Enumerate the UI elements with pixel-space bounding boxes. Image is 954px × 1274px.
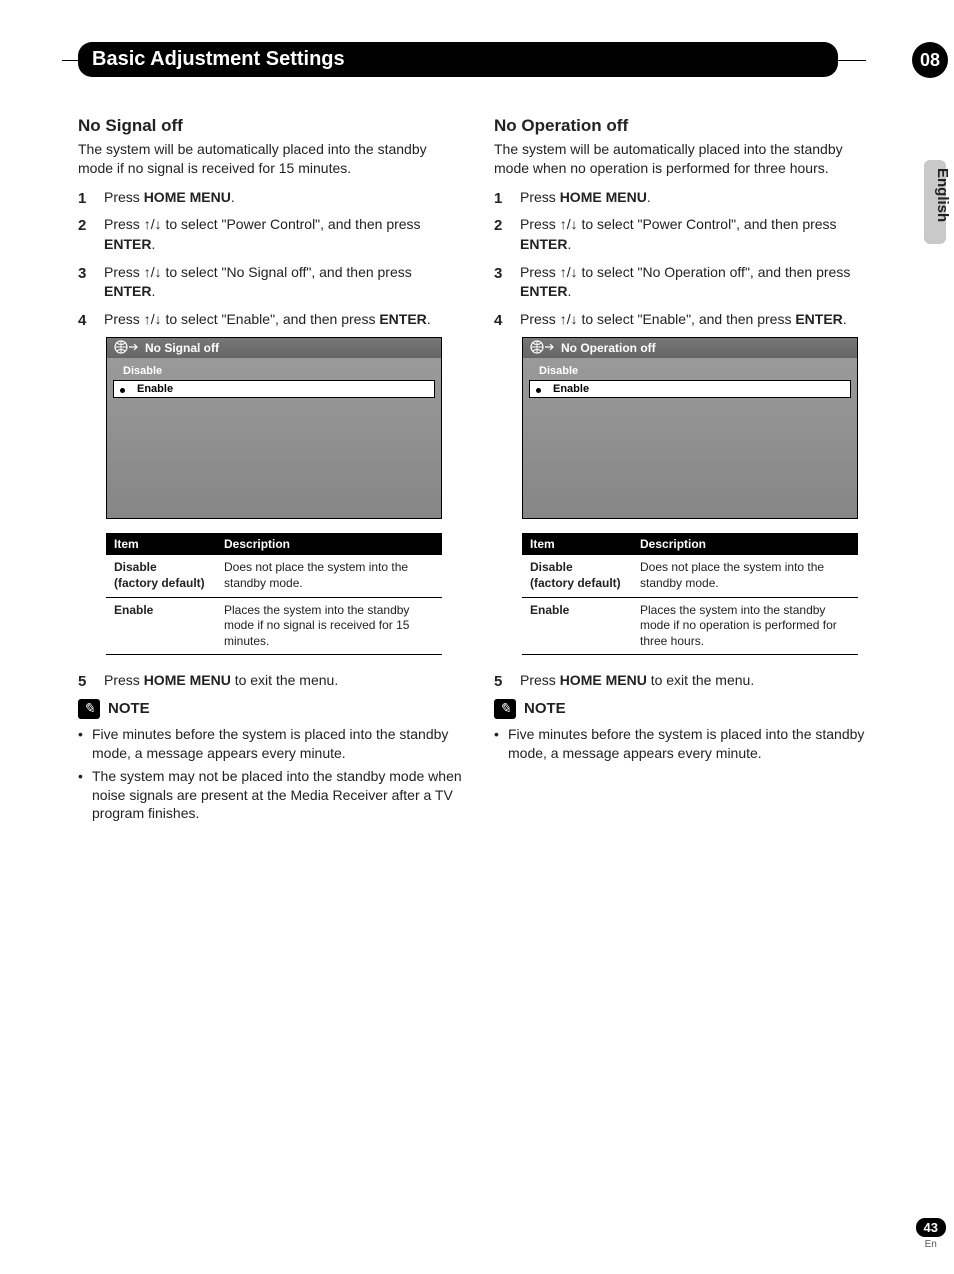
notes-list: Five minutes before the system is placed… [78, 725, 462, 823]
intro-no-operation-off: The system will be automatically placed … [494, 140, 878, 178]
step-5: Press HOME MENU to exit the menu. [494, 671, 878, 691]
note-item: The system may not be placed into the st… [78, 767, 462, 824]
step-3: Press / to select "No Operation off", an… [494, 263, 878, 302]
notes-list: Five minutes before the system is placed… [494, 725, 878, 763]
osd-panel-no-signal-off: No Signal off Disable Enable [106, 337, 442, 519]
section-title: Basic Adjustment Settings [78, 42, 838, 77]
step-4: Press / to select "Enable", and then pre… [78, 310, 462, 330]
step-2: Press / to select "Power Control", and t… [494, 215, 878, 254]
page-number: 43 [916, 1218, 946, 1237]
arrow-down-icon [155, 264, 162, 280]
steps-no-signal-off-cont: Press HOME MENU to exit the menu. [78, 671, 462, 691]
osd-item-enable-selected: Enable [529, 380, 851, 398]
steps-no-signal-off: Press HOME MENU. Press / to select "Powe… [78, 188, 462, 330]
section-banner: Basic Adjustment Settings [78, 42, 868, 77]
step-5: Press HOME MENU to exit the menu. [78, 671, 462, 691]
right-column: No Operation off The system will be auto… [494, 116, 878, 827]
table-no-signal-off: Item Description Disable(factory default… [106, 533, 442, 655]
note-header: ✎ NOTE [494, 699, 878, 719]
osd-panel-no-operation-off: No Operation off Disable Enable [522, 337, 858, 519]
th-desc: Description [632, 533, 858, 555]
step-4: Press / to select "Enable", and then pre… [494, 310, 878, 330]
arrow-up-icon [144, 216, 151, 232]
step-3: Press / to select "No Signal off", and t… [78, 263, 462, 302]
arrow-down-icon [571, 264, 578, 280]
osd-body: Disable Enable [523, 358, 857, 518]
arrow-up-icon [560, 216, 567, 232]
osd-title: No Signal off [107, 338, 441, 358]
table-row: Disable(factory default) Does not place … [106, 555, 442, 597]
globe-arrow-icon [113, 339, 139, 355]
left-column: No Signal off The system will be automat… [78, 116, 462, 827]
arrow-up-icon [144, 311, 151, 327]
table-row: Enable Places the system into the standb… [106, 597, 442, 655]
arrow-down-icon [571, 311, 578, 327]
steps-no-operation-off-cont: Press HOME MENU to exit the menu. [494, 671, 878, 691]
pencil-icon: ✎ [494, 699, 516, 719]
th-item: Item [106, 533, 216, 555]
osd-item-enable-selected: Enable [113, 380, 435, 398]
osd-item-disable: Disable [529, 362, 851, 380]
step-1: Press HOME MENU. [494, 188, 878, 208]
osd-title: No Operation off [523, 338, 857, 358]
page-footer: 43 En [916, 1218, 946, 1250]
steps-no-operation-off: Press HOME MENU. Press / to select "Powe… [494, 188, 878, 330]
step-1: Press HOME MENU. [78, 188, 462, 208]
page-lang-short: En [916, 1239, 946, 1250]
arrow-down-icon [571, 216, 578, 232]
note-item: Five minutes before the system is placed… [78, 725, 462, 763]
th-desc: Description [216, 533, 442, 555]
heading-no-signal-off: No Signal off [78, 116, 462, 136]
osd-item-disable: Disable [113, 362, 435, 380]
pencil-icon: ✎ [78, 699, 100, 719]
arrow-up-icon [144, 264, 151, 280]
heading-no-operation-off: No Operation off [494, 116, 878, 136]
arrow-up-icon [560, 264, 567, 280]
note-item: Five minutes before the system is placed… [494, 725, 878, 763]
table-row: Enable Places the system into the standb… [522, 597, 858, 655]
note-header: ✎ NOTE [78, 699, 462, 719]
chapter-badge: 08 [912, 42, 948, 78]
language-tab-label: English [934, 168, 951, 222]
th-item: Item [522, 533, 632, 555]
osd-body: Disable Enable [107, 358, 441, 518]
arrow-down-icon [155, 311, 162, 327]
arrow-down-icon [155, 216, 162, 232]
step-2: Press / to select "Power Control", and t… [78, 215, 462, 254]
globe-arrow-icon [529, 339, 555, 355]
intro-no-signal-off: The system will be automatically placed … [78, 140, 462, 178]
table-row: Disable(factory default) Does not place … [522, 555, 858, 597]
table-no-operation-off: Item Description Disable(factory default… [522, 533, 858, 655]
arrow-up-icon [560, 311, 567, 327]
